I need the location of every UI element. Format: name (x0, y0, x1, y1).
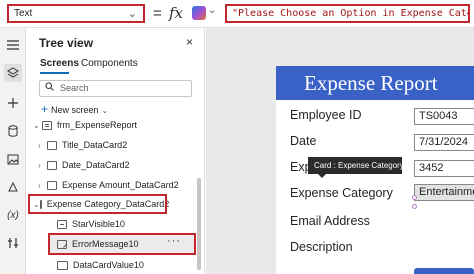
label-icon (57, 219, 67, 229)
resize-handle[interactable] (412, 195, 417, 200)
chevron-down-icon[interactable]: ⌄ (33, 121, 42, 130)
tree-node-label: StarVisible10 (72, 219, 125, 229)
new-screen-label: New screen (51, 105, 99, 115)
tree-view-title: Tree view (39, 36, 94, 50)
formula-input[interactable]: "Please Choose an Option in Expense Cate… (225, 4, 470, 23)
datacard-icon (47, 160, 57, 170)
resize-handle[interactable] (412, 204, 417, 209)
tree-node-label: Date_DataCard2 (62, 160, 130, 170)
screen-header: Expense Report (276, 66, 474, 100)
variables-icon[interactable]: (x) (4, 206, 22, 224)
tools-icon[interactable] (4, 234, 22, 252)
close-icon[interactable]: × (186, 35, 193, 49)
tab-screens[interactable]: Screens (40, 58, 79, 69)
chevron-down-icon: ⌄ (101, 106, 109, 115)
tree-node-label: DataCardValue10 (73, 260, 144, 270)
tree-node-form[interactable]: ⌄ frm_ExpenseReport (33, 116, 193, 134)
email-address-label: Email Address (290, 214, 370, 228)
tree-node-label: Expense Amount_DataCard2 (62, 180, 179, 190)
expense-category-label: Expense Category (290, 186, 393, 200)
tree-node-category-datacard[interactable]: ⌄ Expense Category_DataCard2 (28, 194, 169, 214)
employee-id-label: Employee ID (290, 108, 362, 122)
property-selector[interactable]: Text ⌄ (7, 4, 145, 23)
fx-icon[interactable]: fx (169, 4, 183, 22)
data-icon[interactable] (4, 122, 22, 140)
tree-node-amount-datacard[interactable]: › Expense Amount_DataCard2 (33, 176, 193, 194)
tooltip-arrow (318, 174, 326, 178)
dropdown-icon (57, 260, 68, 270)
tree-node-date-datacard[interactable]: › Date_DataCard2 (33, 156, 193, 174)
error-label-icon (57, 239, 67, 249)
chevron-right-icon[interactable]: › (38, 141, 47, 150)
form-icon (42, 120, 52, 130)
chevron-down-icon: ⌄ (127, 8, 137, 20)
date-field[interactable]: 7/31/2024 (414, 134, 474, 151)
tree-node-datacardvalue[interactable]: DataCardValue10 (57, 256, 197, 274)
tree-scrollbar[interactable] (197, 178, 201, 270)
chevron-down-icon[interactable]: ⌄ (208, 5, 216, 16)
tree-view-panel: Tree view × Screens Components Search + N… (27, 28, 205, 274)
left-rail: (x) (0, 28, 26, 274)
formula-bar: Text ⌄ = fx ⌄ "Please Choose an Option i… (0, 0, 474, 28)
insert-plus-icon[interactable] (4, 94, 22, 112)
layers-icon[interactable] (4, 64, 22, 82)
plus-icon: + (41, 102, 49, 116)
expense-amount-field[interactable]: 3452 (414, 160, 474, 177)
hamburger-icon[interactable] (4, 36, 22, 54)
chevron-down-icon[interactable]: ⌄ (33, 200, 40, 209)
employee-id-field[interactable]: TS0043 (414, 108, 474, 125)
active-tab-indicator (40, 72, 69, 74)
chevron-right-icon[interactable]: › (38, 181, 47, 190)
tree-node-starvisible[interactable]: StarVisible10 (57, 215, 197, 233)
property-selector-value: Text (14, 8, 33, 19)
equals-sign: = (153, 5, 162, 22)
date-label: Date (290, 134, 317, 148)
new-screen-button[interactable]: + New screen ⌄ (41, 102, 108, 116)
chevron-right-icon[interactable]: › (38, 161, 47, 170)
tab-components[interactable]: Components (81, 58, 138, 69)
search-input[interactable]: Search (39, 80, 192, 97)
tree-node-label: Title_DataCard2 (62, 140, 128, 150)
expense-category-dropdown[interactable]: Entertainment (414, 184, 474, 201)
media-icon[interactable] (4, 150, 22, 168)
tree-node-label: Expense Category_DataCard2 (46, 199, 170, 209)
datacard-icon (39, 199, 42, 209)
tree-node-errormessage[interactable]: ErrorMessage10 ··· (48, 233, 196, 255)
description-label: Description (290, 240, 353, 254)
search-placeholder: Search (60, 83, 89, 93)
theme-icon[interactable] (4, 178, 22, 196)
copilot-icon[interactable] (192, 6, 206, 20)
tree-node-title-datacard[interactable]: › Title_DataCard2 (33, 136, 193, 154)
tree-node-label: ErrorMessage10 (72, 239, 139, 249)
tree-node-label: frm_ExpenseReport (57, 120, 138, 130)
card-tooltip: Card : Expense Category (308, 157, 404, 174)
submit-button[interactable] (414, 268, 474, 274)
datacard-icon (47, 140, 57, 150)
datacard-icon (47, 180, 57, 190)
more-options-icon[interactable]: ··· (167, 235, 181, 247)
search-icon (45, 82, 54, 94)
